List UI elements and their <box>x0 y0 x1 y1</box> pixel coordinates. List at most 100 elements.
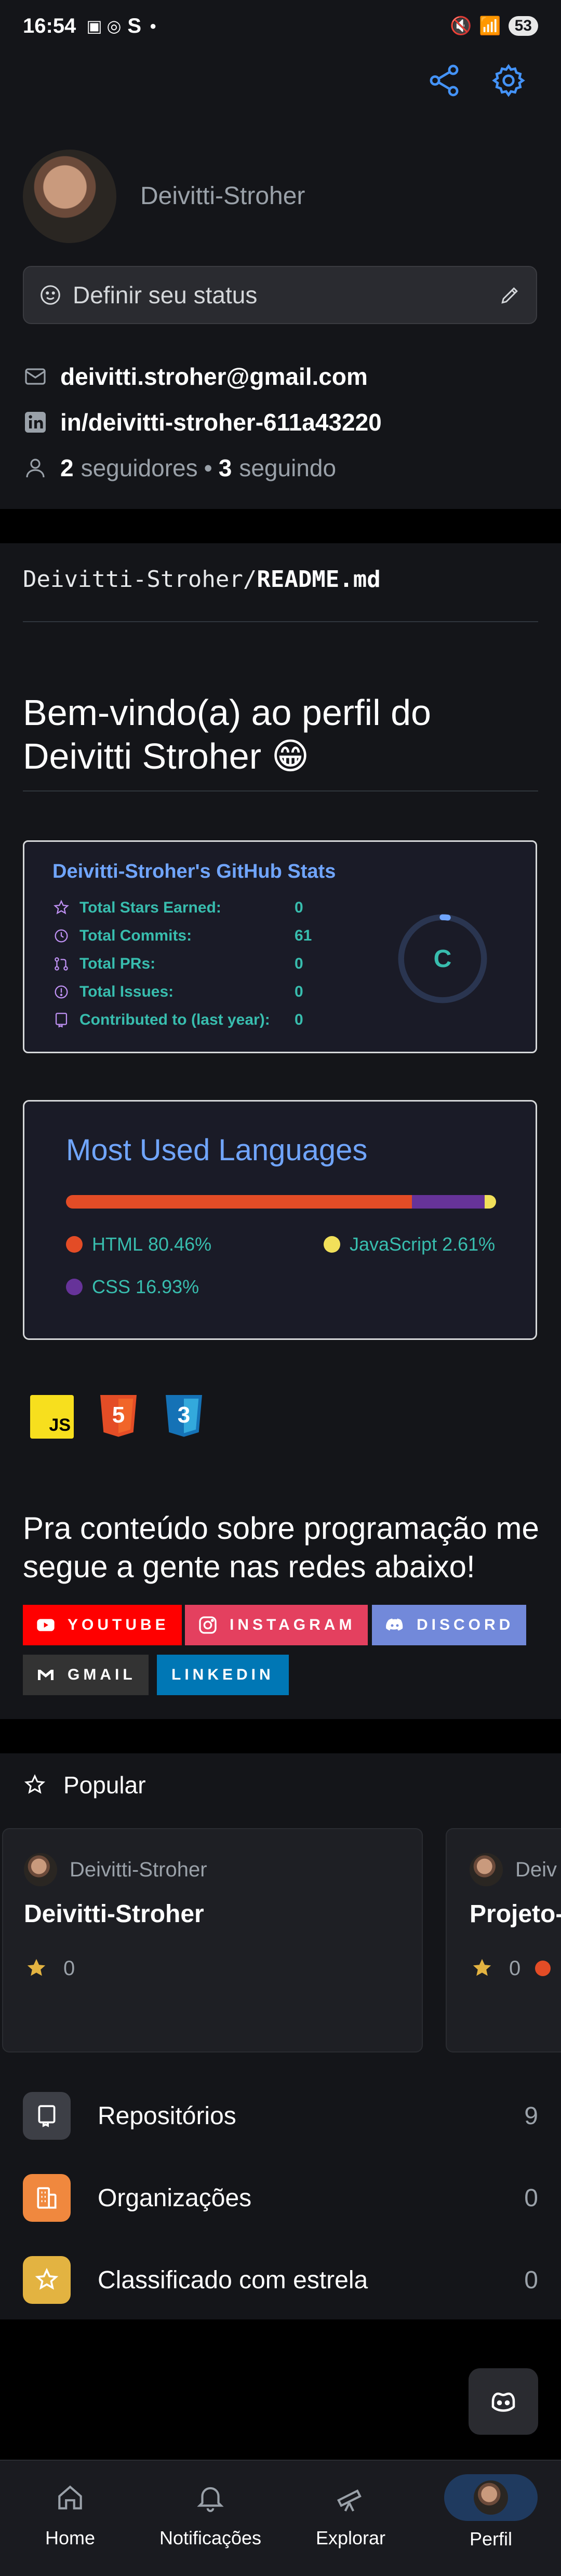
divider <box>23 621 538 622</box>
stat-value: 0 <box>295 955 303 972</box>
legend-dot <box>66 1279 83 1295</box>
legend-percent: 2.61% <box>442 1233 496 1255</box>
legend-item-javascript: JavaScript 2.61% <box>324 1233 495 1255</box>
pull-request-icon <box>55 957 68 971</box>
legend-dot <box>66 1236 83 1253</box>
gmail-badge[interactable]: GMAIL <box>23 1655 149 1695</box>
followers-row[interactable]: 2 seguidores • 3 seguindo <box>23 454 336 482</box>
separator-dot: • <box>204 454 212 481</box>
stat-label: Total PRs: <box>79 955 156 972</box>
javascript-icon: JS <box>30 1395 74 1439</box>
legend-name: HTML <box>92 1233 143 1255</box>
nav-profile[interactable]: Perfil <box>421 2461 561 2576</box>
share-icon[interactable] <box>426 62 462 101</box>
stat-value: 0 <box>295 899 303 916</box>
repo-name: Projeto- <box>470 1900 561 1928</box>
menu-count: 0 <box>524 2184 538 2212</box>
stat-label: Total Stars Earned: <box>79 899 221 916</box>
stat-label: Total Issues: <box>79 983 174 1000</box>
legend-percent: 80.46% <box>148 1233 212 1255</box>
history-icon <box>55 929 68 943</box>
repo-owner-name: Deivitti-Stroher <box>70 1858 207 1881</box>
repo-owner: Deivitti-Stroher <box>24 1853 207 1886</box>
divider <box>23 790 538 791</box>
stat-value: 0 <box>295 1011 303 1028</box>
readme-title[interactable]: Deivitti-Stroher/README.md <box>23 566 381 593</box>
status-placeholder: Definir seu status <box>73 281 258 308</box>
nav-notifications[interactable]: Notificações <box>140 2461 280 2576</box>
legend-item-html: HTML 80.46% <box>66 1233 211 1255</box>
organization-icon <box>37 2187 57 2209</box>
profile-actions <box>426 62 527 101</box>
section-divider <box>0 1719 561 1753</box>
popular-heading: Popular <box>23 1771 146 1799</box>
issue-icon <box>55 985 68 999</box>
stats-title: Deivitti-Stroher's GitHub Stats <box>52 861 336 882</box>
badge-label: YOUTUBE <box>68 1616 169 1633</box>
stat-value: 61 <box>295 927 312 944</box>
avatar <box>24 1853 57 1886</box>
popular-label: Popular <box>63 1772 146 1799</box>
linkedin-text: in/deivitti-stroher-611a43220 <box>60 409 382 436</box>
menu-item-organizations[interactable]: Organizações 0 <box>23 2173 538 2223</box>
stat-row: Total PRs: <box>52 955 155 973</box>
star-icon <box>54 900 69 915</box>
avatar[interactable] <box>23 150 116 243</box>
instagram-badge[interactable]: INSTAGRAM <box>185 1605 368 1645</box>
repo-card[interactable]: Deiv Projeto- 0 <box>446 1828 561 2052</box>
dot-icon: ● <box>150 19 157 32</box>
avatar <box>470 1853 503 1886</box>
nav-label: Home <box>45 2527 96 2548</box>
menu-label: Repositórios <box>98 2102 236 2130</box>
nav-home[interactable]: Home <box>0 2461 140 2576</box>
home-icon <box>58 2485 82 2510</box>
following-count: 3 <box>218 454 232 481</box>
copilot-button[interactable] <box>469 2368 538 2435</box>
repo-icon <box>55 1013 68 1028</box>
gear-icon[interactable] <box>490 62 527 101</box>
email-link[interactable]: deivitti.stroher@gmail.com <box>23 363 368 391</box>
youtube-icon <box>37 1619 55 1631</box>
followers-label: seguidores <box>81 454 198 481</box>
linkedin-link[interactable]: in/deivitti-stroher-611a43220 <box>23 408 382 436</box>
social-heading: Pra conteúdo sobre programação me segue … <box>23 1511 539 1584</box>
badge-label: LINKEDIN <box>171 1666 274 1683</box>
email-text: deivitti.stroher@gmail.com <box>60 363 368 390</box>
welcome-heading: Bem-vindo(a) ao perfil do Deivitti Stroh… <box>23 692 431 776</box>
status-time: 16:54 <box>23 14 76 37</box>
copilot-icon <box>491 2392 515 2412</box>
stat-row: Total Commits: <box>52 927 192 945</box>
languages-bar-segment <box>485 1195 496 1209</box>
menu-label: Classificado com estrela <box>98 2266 368 2294</box>
pencil-icon <box>501 287 518 304</box>
legend-item-css: CSS 16.93% <box>66 1276 199 1298</box>
status-bar: 16:54 ▣ ◎ S ● 🔇 📶 53 <box>0 0 561 52</box>
avatar <box>474 2480 508 2515</box>
bell-icon <box>197 2487 224 2512</box>
languages-title: Most Used Languages <box>66 1133 368 1167</box>
nav-label: Perfil <box>469 2528 513 2550</box>
badge-label: GMAIL <box>68 1666 136 1683</box>
stat-row: Total Stars Earned: <box>52 899 221 917</box>
menu-item-starred[interactable]: Classificado com estrela 0 <box>23 2255 538 2305</box>
star-filled-icon <box>27 1959 46 1976</box>
nav-explore[interactable]: Explorar <box>280 2461 421 2576</box>
legend-name: CSS <box>92 1276 131 1297</box>
linkedin-badge[interactable]: LINKEDIN <box>157 1655 289 1695</box>
legend-dot <box>324 1236 340 1253</box>
repo-icon <box>38 2105 56 2127</box>
stat-label: Total Commits: <box>79 927 192 944</box>
followers-count: 2 <box>60 454 74 481</box>
menu-item-repositories[interactable]: Repositórios 9 <box>23 2091 538 2141</box>
set-status-button[interactable]: Definir seu status <box>23 266 537 324</box>
rank-letter: C <box>433 945 452 973</box>
stat-label: Contributed to (last year): <box>79 1011 270 1028</box>
nav-profile-active-indicator <box>444 2474 538 2521</box>
youtube-badge[interactable]: YOUTUBE <box>23 1605 182 1645</box>
repo-card[interactable]: Deivitti-Stroher Deivitti-Stroher 0 <box>2 1828 423 2052</box>
status-extra: S <box>127 14 142 37</box>
language-dot <box>535 1961 551 1976</box>
linkedin-icon <box>25 412 46 433</box>
smiley-icon <box>41 285 60 305</box>
discord-badge[interactable]: DISCORD <box>372 1605 527 1645</box>
